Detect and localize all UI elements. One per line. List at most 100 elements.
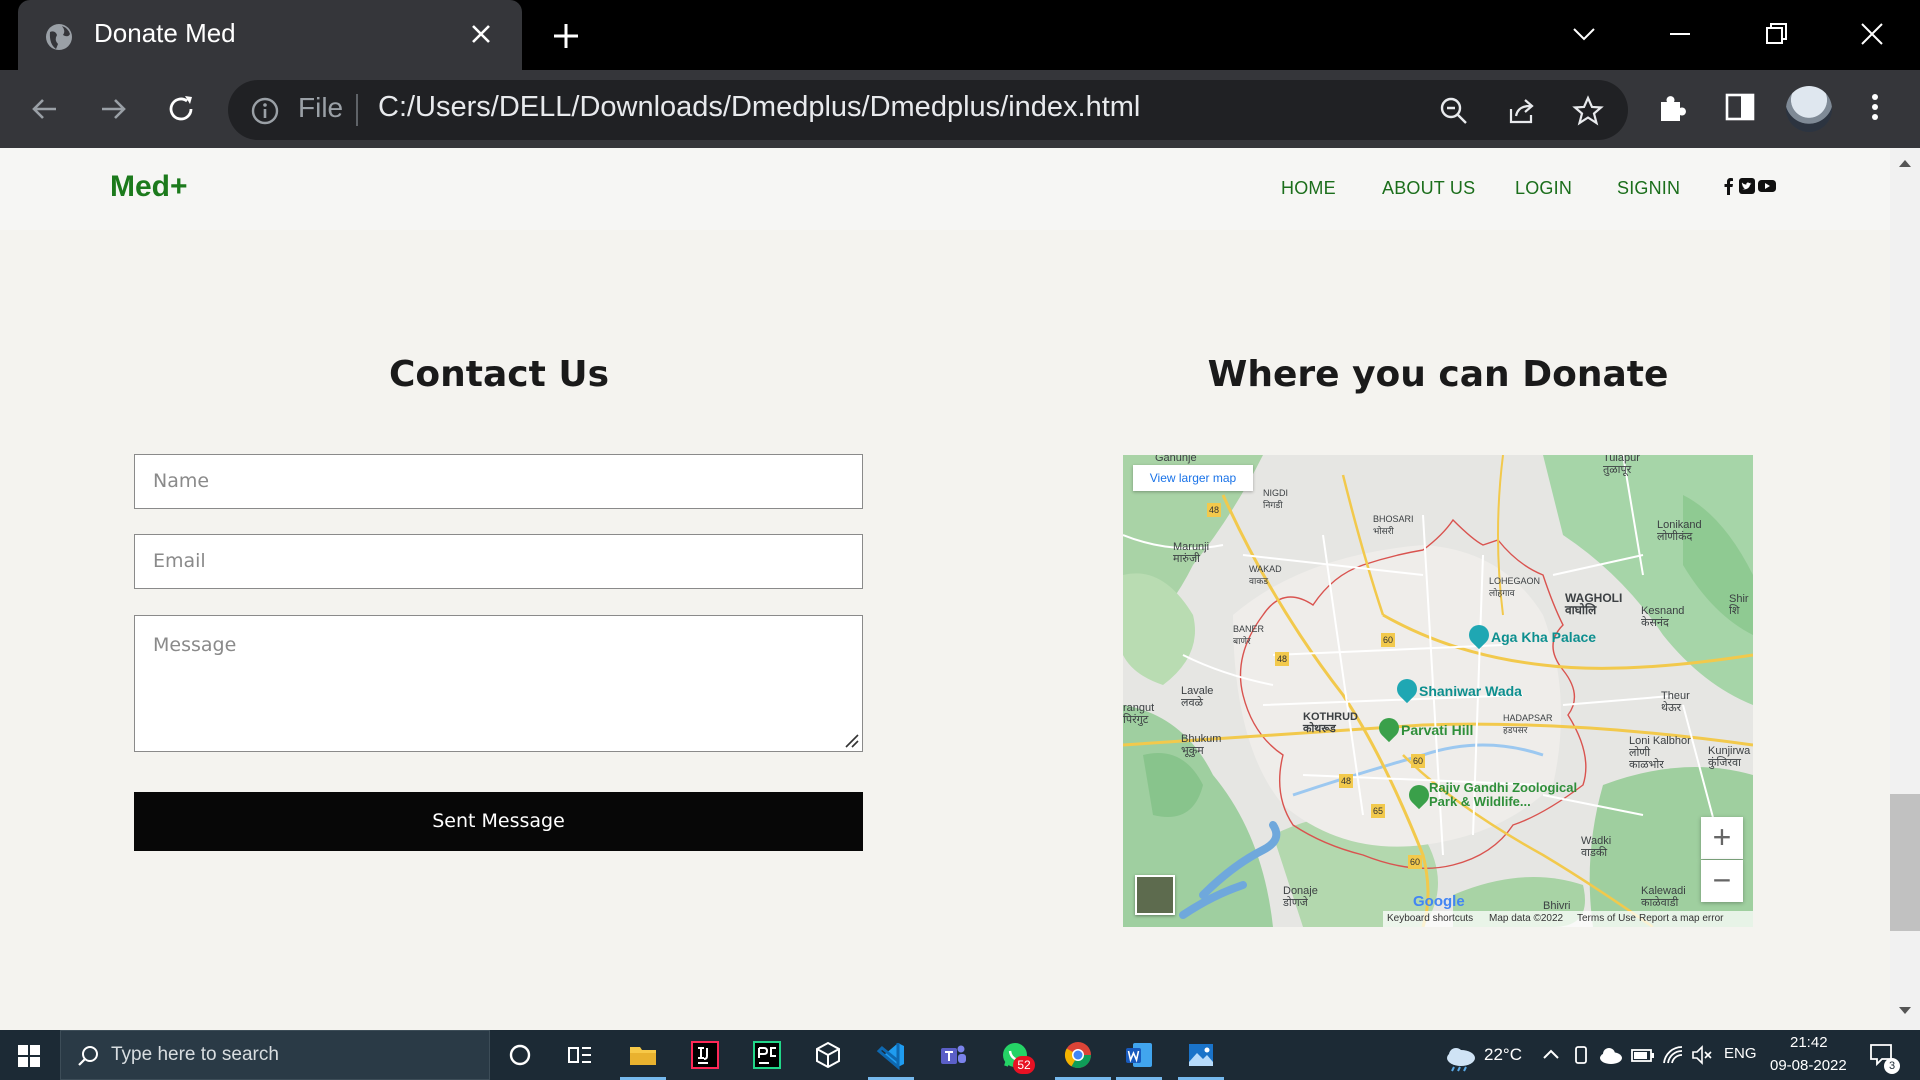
bookmark-star-icon[interactable] [1572,95,1604,127]
more-menu-icon[interactable] [1858,90,1892,124]
chevron-up-icon[interactable] [1540,1044,1562,1066]
reload-icon[interactable] [164,92,198,126]
map-label: rangut पिरंगुट [1123,702,1155,726]
browser-tab[interactable]: Donate Med [18,0,522,70]
onedrive-icon[interactable] [1598,1044,1624,1066]
clock-date[interactable]: 09-08-2022 [1770,1057,1847,1074]
extensions-icon[interactable] [1656,90,1690,124]
wifi-icon[interactable] [1662,1044,1686,1066]
address-bar[interactable]: File C:/Users/DELL/Downloads/Dmedplus/Dm… [228,80,1628,140]
language-indicator[interactable]: ENG [1724,1045,1757,1062]
teams-icon[interactable] [938,1040,968,1070]
3d-viewer-icon[interactable] [813,1040,843,1070]
weather-icon[interactable] [1444,1042,1478,1072]
map-label: Theur थेऊर [1661,690,1690,714]
highway-shield: 48 [1207,503,1222,517]
close-tab-icon[interactable] [470,23,492,45]
nav-login[interactable]: LOGIN [1515,178,1572,199]
pycharm-icon[interactable] [752,1040,782,1070]
windows-taskbar: Type here to search 52 22°C ENG 21:42 09… [0,1030,1920,1080]
device-icon[interactable] [1570,1044,1592,1066]
whatsapp-badge: 52 [1013,1056,1035,1074]
windows-start-icon[interactable] [18,1045,40,1067]
google-map-embed[interactable]: 48 48 60 48 60 65 60 Ganunje Tulapur तुळ… [1123,455,1753,927]
scroll-down-icon[interactable] [1898,1006,1912,1016]
side-panel-icon[interactable] [1723,90,1757,124]
new-tab-icon[interactable] [550,20,582,52]
search-placeholder: Type here to search [111,1044,279,1065]
facebook-icon[interactable] [1720,177,1738,195]
forward-icon[interactable] [96,92,130,126]
highway-shield: 65 [1371,804,1386,818]
intellij-icon[interactable] [690,1040,720,1070]
volume-muted-icon[interactable] [1690,1044,1714,1066]
poi-rajiv-gandhi-zoo[interactable]: Rajiv Gandhi Zoological Park & Wildlife.… [1429,781,1577,809]
map-label: Lonikand लोणीकंद [1657,519,1702,543]
map-label: WAKAD वाकड [1249,564,1282,586]
poi-parvati-hill[interactable]: Parvati Hill [1401,722,1473,738]
email-placeholder: Email [153,550,206,572]
map-label: KOTHRUD कोथरूड [1303,711,1358,735]
nav-about-us[interactable]: ABOUT US [1382,178,1475,199]
map-label: Tulapur तुळापूर [1603,455,1640,476]
twitter-icon[interactable] [1738,177,1756,195]
report-map-error-link[interactable]: Report a map error [1639,913,1723,924]
task-view-icon[interactable] [565,1040,595,1070]
chrome-icon[interactable] [1063,1040,1093,1070]
photos-icon[interactable] [1186,1040,1216,1070]
scroll-up-icon[interactable] [1898,158,1912,168]
nav-signin[interactable]: SIGNIN [1617,178,1680,199]
send-message-button[interactable]: Sent Message [134,792,863,851]
address-url[interactable]: C:/Users/DELL/Downloads/Dmedplus/Dmedplu… [378,91,1140,124]
poi-aga-khan-palace[interactable]: Aga Kha Palace [1491,629,1596,645]
map-label: Loni Kalbhor लोणी काळभोर [1629,735,1691,771]
map-label: Kalewadi काळेवाडी [1641,885,1686,909]
highway-shield: 60 [1408,855,1423,869]
map-label: HADAPSAR हडपसर [1503,713,1553,735]
highway-shield: 48 [1339,774,1354,788]
cortana-icon[interactable] [505,1040,535,1070]
map-label: Ganunje [1155,455,1197,464]
close-window-icon[interactable] [1856,18,1888,50]
restore-icon[interactable] [1760,18,1792,50]
name-input[interactable]: Name [134,454,863,509]
map-label: NIGDI निगडी [1263,488,1289,510]
weather-temperature[interactable]: 22°C [1484,1045,1522,1065]
email-input[interactable]: Email [134,534,863,589]
resize-handle-icon[interactable] [843,732,859,748]
highway-shield: 60 [1411,754,1426,768]
browser-tab-bar: Donate Med [0,0,1920,70]
vscode-icon[interactable] [876,1040,906,1070]
clock-time[interactable]: 21:42 [1790,1034,1828,1051]
map-label: Wadki वाडकी [1581,835,1612,859]
map-data-text: Map data ©2022 [1489,913,1564,924]
map-label: WAGHOLI वाघोलि [1565,591,1623,617]
share-icon[interactable] [1506,95,1538,127]
google-logo: Google [1413,893,1465,910]
address-divider [356,94,358,126]
tab-search-chevron-icon[interactable] [1568,18,1600,50]
back-icon[interactable] [28,92,62,126]
word-icon[interactable] [1124,1040,1154,1070]
map-zoom-in-button[interactable]: + [1701,817,1743,859]
terms-link[interactable]: Terms of Use [1577,913,1636,924]
profile-avatar[interactable] [1786,86,1832,132]
poi-shaniwar-wada[interactable]: Shaniwar Wada [1419,683,1522,699]
file-explorer-icon[interactable] [628,1040,658,1070]
keyboard-shortcuts-link[interactable]: Keyboard shortcuts [1387,913,1473,924]
map-label: BHOSARI भोसरी [1373,514,1414,536]
map-zoom-out-button[interactable]: − [1701,860,1743,902]
taskbar-search[interactable]: Type here to search [60,1030,490,1080]
contact-heading: Contact Us [388,354,610,395]
message-textarea[interactable]: Message [134,615,863,752]
battery-icon[interactable] [1630,1044,1656,1066]
scrollbar-thumb[interactable] [1890,794,1920,931]
nav-home[interactable]: HOME [1281,178,1336,199]
zoom-icon[interactable] [1438,95,1470,127]
satellite-toggle[interactable] [1135,875,1175,915]
minimize-icon[interactable] [1664,18,1696,50]
youtube-icon[interactable] [1758,177,1776,195]
info-icon[interactable] [250,96,280,126]
view-larger-map-link[interactable]: View larger map [1133,465,1253,491]
site-logo[interactable]: Med+ [110,170,188,204]
